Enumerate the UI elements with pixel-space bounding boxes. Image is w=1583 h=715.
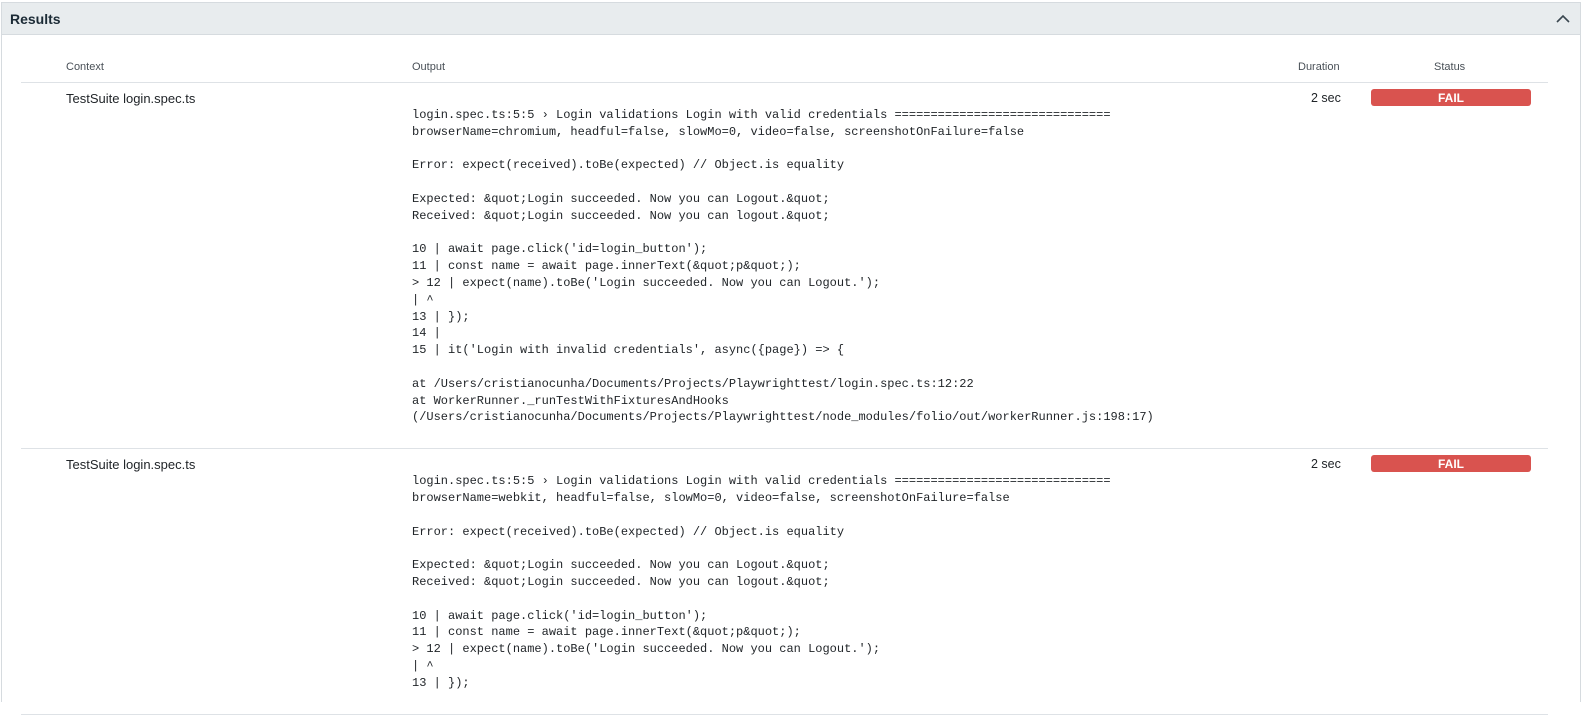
output-line: 11 | const name = await page.innerText(&… (412, 625, 801, 640)
output-line: | ^ (412, 658, 434, 673)
column-header-context[interactable]: Context (66, 61, 104, 73)
output-line: 15 | it('Login with invalid credentials'… (412, 343, 845, 358)
status-badge: FAIL (1371, 89, 1531, 106)
results-panel-header[interactable]: Results (2, 3, 1580, 35)
output-line: at /Users/cristianocunha/Documents/Proje… (412, 376, 974, 391)
table-row[interactable]: TestSuite login.spec.ts login.spec.ts:5:5… (21, 83, 1548, 450)
status-badge: FAIL (1371, 455, 1531, 473)
column-header-output[interactable]: Output (412, 61, 445, 73)
duration-cell: 2 sec (1311, 91, 1341, 105)
output-line: > 12 | expect(name).toBe('Login succeede… (412, 642, 881, 657)
output-cell: login.spec.ts:5:5 › Login validations Lo… (412, 449, 1272, 713)
output-line: login.spec.ts:5:5 › Login validations Lo… (412, 474, 1111, 489)
output-line: Error: expect(received).toBe(expected) /… (412, 524, 845, 539)
output-line: login.spec.ts:5:5 › Login validations Lo… (412, 108, 1111, 122)
output-line: > 12 | expect(name).toBe('Login succeede… (412, 275, 881, 290)
column-header-duration[interactable]: Duration (1298, 61, 1340, 73)
output-line: 10 | await page.click('id=login_button')… (412, 242, 708, 257)
output-line: (/Users/cristianocunha/Documents/Project… (412, 410, 1154, 425)
chevron-up-icon[interactable] (1554, 10, 1572, 28)
output-line: Received: &quot;Login succeeded. Now you… (412, 574, 830, 589)
output-line: Expected: &quot;Login succeeded. Now you… (412, 558, 830, 573)
output-line: 13 | }); (412, 309, 470, 324)
output-line: Received: &quot;Login succeeded. Now you… (412, 208, 830, 223)
results-table: Context Output Duration Status TestSuite… (21, 53, 1548, 715)
column-header-status[interactable]: Status (1434, 61, 1465, 73)
duration-cell: 2 sec (1311, 457, 1341, 472)
panel-title: Results (10, 10, 61, 27)
context-cell: TestSuite login.spec.ts (66, 457, 196, 473)
table-header: Context Output Duration Status (21, 53, 1548, 83)
output-line: 14 | (412, 326, 441, 341)
output-line: Expected: &quot;Login succeeded. Now you… (412, 191, 830, 206)
output-cell: login.spec.ts:5:5 › Login validations Lo… (412, 83, 1272, 448)
context-cell: TestSuite login.spec.ts (66, 91, 196, 106)
output-line: Error: expect(received).toBe(expected) /… (412, 158, 845, 173)
output-line: at WorkerRunner._runTestWithFixturesAndH… (412, 393, 729, 408)
output-line: 11 | const name = await page.innerText(&… (412, 259, 801, 274)
results-panel: Results Context Output Duration Status T… (1, 2, 1581, 715)
table-body: TestSuite login.spec.ts login.spec.ts:5:5… (21, 83, 1548, 715)
output-line: browserName=webkit, headful=false, slowM… (412, 490, 1010, 505)
output-line: 10 | await page.click('id=login_button')… (412, 608, 708, 623)
output-line: browserName=chromium, headful=false, slo… (412, 124, 1025, 139)
output-line: 13 | }); (412, 675, 470, 690)
output-line: | ^ (412, 292, 434, 307)
table-row[interactable]: TestSuite login.spec.ts login.spec.ts:5:5… (21, 449, 1548, 715)
